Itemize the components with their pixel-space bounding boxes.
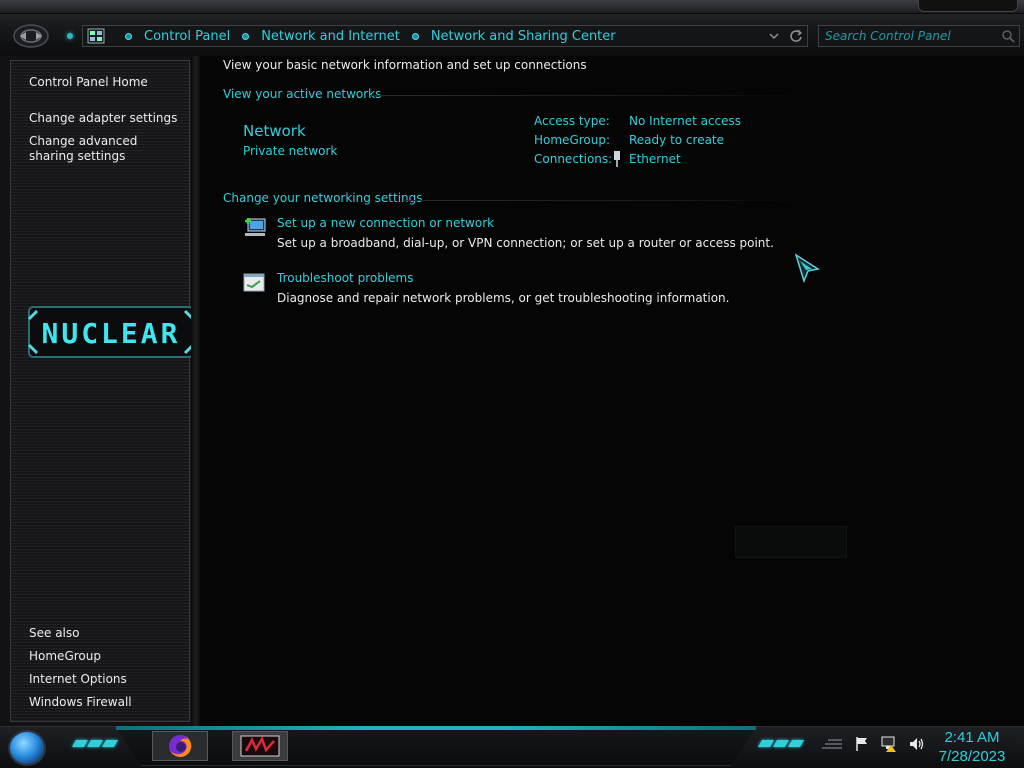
search-placeholder: Search Control Panel [825,29,951,43]
active-networks-heading: View your active networks [223,87,382,101]
recent-pages-icon[interactable] [67,33,73,39]
taskbar-app-media[interactable] [232,731,288,761]
sidebar-item-change-advanced-sharing-settings[interactable]: Change advanced sharing settings [29,134,179,164]
divider [370,95,810,96]
taskbar-clock[interactable]: 2:41 AM 7/28/2023 [930,728,1014,766]
breadcrumb-separator-icon [411,32,419,40]
firefox-icon [169,734,192,757]
start-button[interactable] [8,730,46,766]
window-controls[interactable] [918,0,1018,12]
breadcrumb-control-panel[interactable]: Control Panel [144,29,230,44]
network-type-link[interactable]: Private network [243,144,337,158]
troubleshoot-link[interactable]: Troubleshoot problems [277,271,413,285]
access-type-label: Access type: [534,114,610,128]
taskbar-center-panel [116,728,756,766]
breadcrumb-separator-icon [242,32,250,40]
sidebar-item-internet-options[interactable]: Internet Options [29,672,127,687]
divider [404,200,804,201]
taskbar-left-decoration [71,740,119,747]
sidebar: Control Panel Home Change adapter settin… [0,56,198,726]
ethernet-link[interactable]: Ethernet [629,152,681,166]
sidebar-panel: Control Panel Home Change adapter settin… [10,60,195,722]
sidebar-item-homegroup[interactable]: HomeGroup [29,649,101,664]
troubleshoot-description: Diagnose and repair network problems, or… [277,291,730,305]
chevron-down-icon[interactable] [769,32,779,40]
search-input[interactable]: Search Control Panel [818,25,1020,47]
taskbar-glow [116,726,756,730]
setup-connection-description: Set up a broadband, dial-up, or VPN conn… [277,236,774,250]
new-connection-icon [245,218,266,236]
address-bar[interactable]: Control Panel Network and Internet Netwo… [82,25,808,47]
flag-icon[interactable] [854,736,870,752]
window-frame-top [0,0,1024,14]
network-name: Network [243,122,306,140]
ethernet-icon [614,151,620,167]
setup-connection-link[interactable]: Set up a new connection or network [277,216,494,230]
see-also-heading: See also [29,626,80,640]
access-type-value: No Internet access [629,114,742,128]
watermark-box [735,526,847,558]
clock-time: 2:41 AM [944,729,1000,746]
pane-splitter[interactable] [191,56,200,726]
control-panel-icon [87,28,105,44]
main-content: View your basic network information and … [200,56,1024,726]
show-hidden-icons-icon[interactable] [820,738,844,750]
nuclear-logo: NUCLEAR [27,306,195,358]
breadcrumb-separator-icon [125,32,132,40]
system-tray [820,736,926,752]
taskbar-right-decoration [757,740,805,747]
svg-text:NUCLEAR: NUCLEAR [41,317,180,350]
sidebar-item-windows-firewall[interactable]: Windows Firewall [29,695,132,710]
homegroup-link[interactable]: Ready to create [629,133,724,147]
breadcrumb-network-and-internet[interactable]: Network and Internet [261,29,400,44]
volume-icon[interactable] [908,736,926,752]
taskbar-app-firefox[interactable] [152,731,208,761]
network-warning-icon[interactable] [880,736,898,752]
media-app-icon [240,735,280,757]
connections-label: Connections: [534,152,613,166]
homegroup-label: HomeGroup: [534,133,611,147]
sidebar-item-change-adapter-settings[interactable]: Change adapter settings [29,111,177,126]
troubleshoot-icon [243,273,265,292]
search-icon[interactable] [1001,29,1015,43]
networking-settings-heading: Change your networking settings [223,191,423,205]
title-bar: Control Panel Network and Internet Netwo… [0,0,1024,56]
back-forward-icon[interactable] [12,22,50,50]
sidebar-item-control-panel-home[interactable]: Control Panel Home [29,75,148,90]
clock-date: 7/28/2023 [938,748,1006,765]
breadcrumb-network-and-sharing-center[interactable]: Network and Sharing Center [431,29,616,44]
refresh-icon[interactable] [789,29,803,43]
mouse-cursor-icon [794,253,820,283]
page-title: View your basic network information and … [223,58,587,72]
